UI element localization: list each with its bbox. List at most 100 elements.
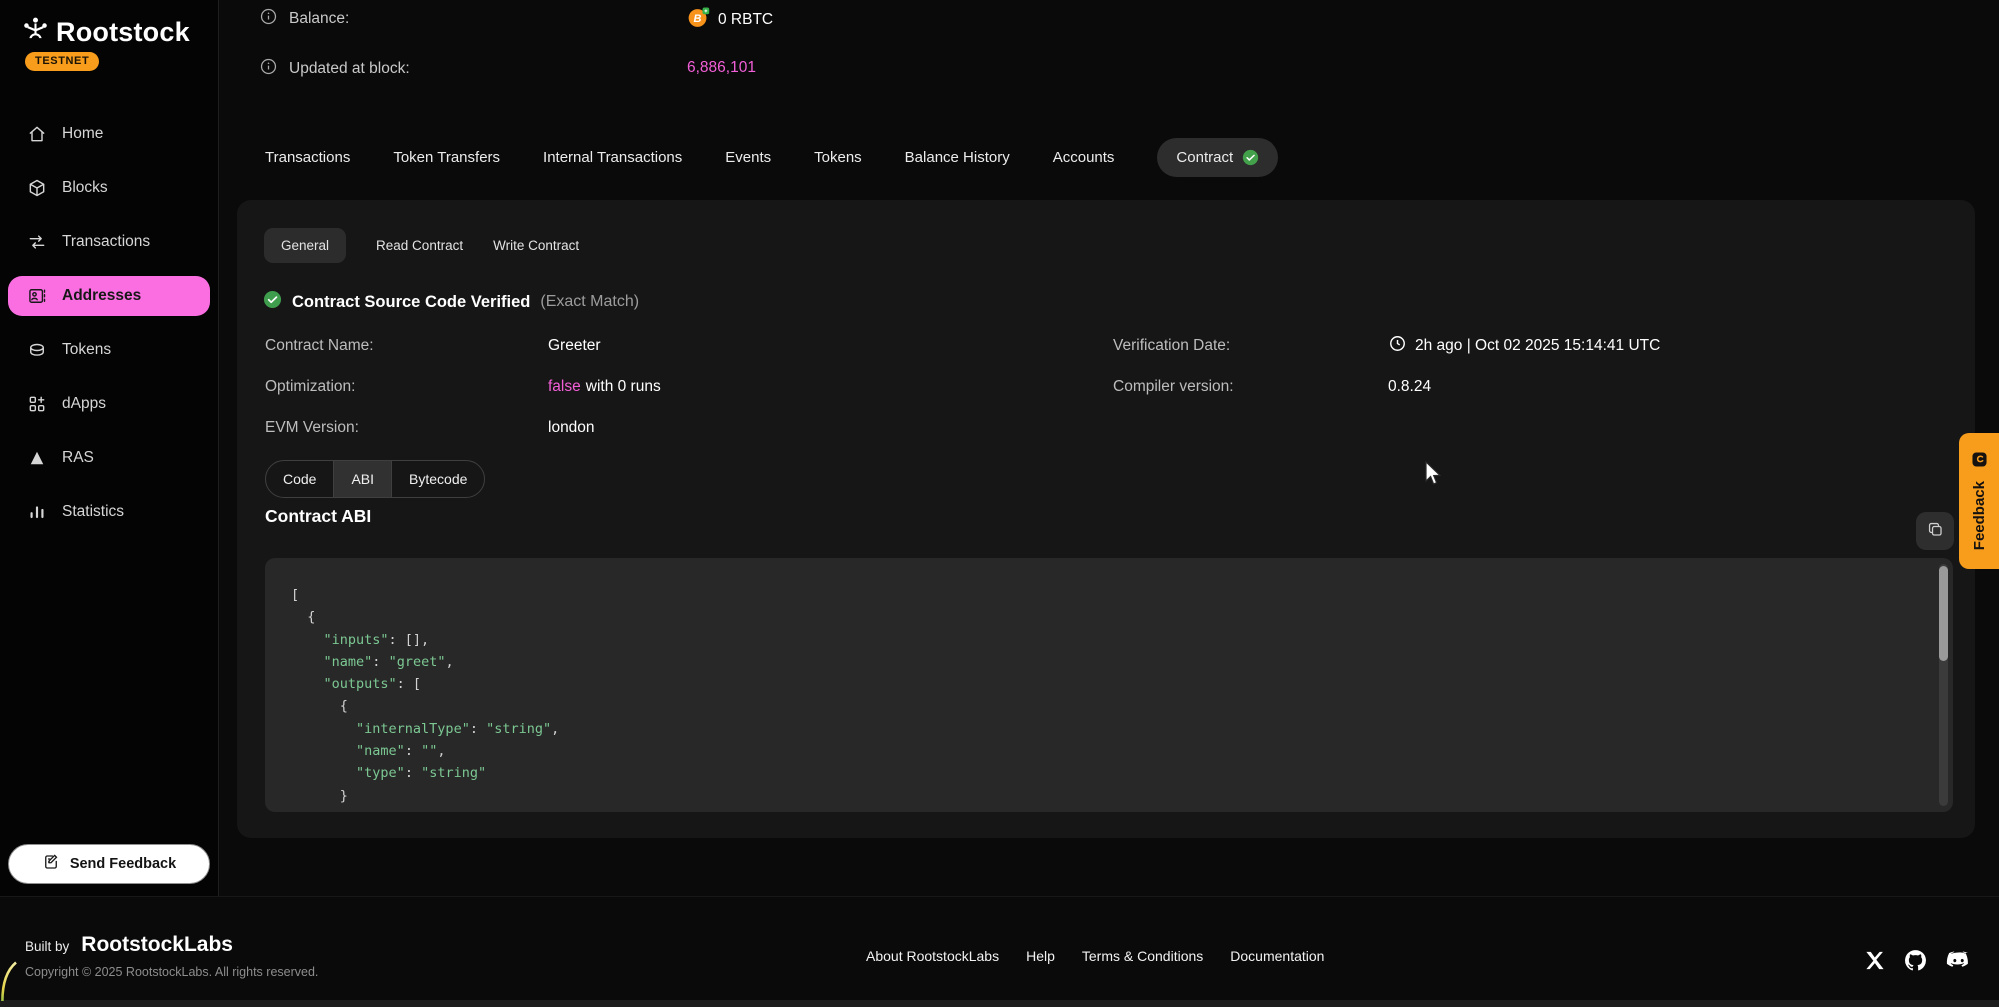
- subtab-read-contract[interactable]: Read Contract: [376, 238, 463, 253]
- subtab-general[interactable]: General: [264, 228, 346, 263]
- rootstock-logo-icon: [22, 16, 49, 48]
- transactions-icon: [27, 232, 47, 252]
- sidebar-item-label: Transactions: [62, 233, 150, 251]
- discord-icon: [1945, 947, 1972, 974]
- sidebar-item-label: dApps: [62, 395, 106, 413]
- send-feedback-button[interactable]: Send Feedback: [8, 844, 210, 884]
- footer-links: About RootstockLabs Help Terms & Condition…: [866, 948, 1324, 964]
- footer-link-terms-conditions[interactable]: Terms & Conditions: [1082, 948, 1203, 964]
- tab-token-transfers[interactable]: Token Transfers: [393, 149, 500, 166]
- github-icon: [1903, 948, 1928, 973]
- copy-abi-button[interactable]: [1916, 512, 1954, 550]
- testnet-badge: TESTNET: [25, 52, 99, 71]
- sidebar-item-blocks[interactable]: Blocks: [8, 168, 210, 208]
- x-icon: [1863, 949, 1886, 972]
- built-by-label: Built by: [25, 939, 69, 954]
- footer-link-help[interactable]: Help: [1026, 948, 1055, 964]
- rootstock-logo[interactable]: Rootstock: [22, 16, 190, 48]
- feedback-chat-icon: [1972, 452, 1987, 472]
- corner-gradient-arc: [0, 961, 18, 1001]
- edit-note-icon: [42, 853, 60, 875]
- tab-label: Token Transfers: [393, 149, 500, 166]
- toggle-code[interactable]: Code: [266, 461, 334, 497]
- footer-link-about-rootstocklabs[interactable]: About RootstockLabs: [866, 948, 999, 964]
- contract-abi-heading: Contract ABI: [265, 506, 371, 527]
- verified-row: Contract Source Code Verified (Exact Mat…: [263, 290, 639, 314]
- tab-label: Contract: [1176, 149, 1233, 166]
- abi-code-block[interactable]: [ { "inputs": [], "name": "greet", "outp…: [265, 558, 1953, 812]
- addresses-icon: [27, 286, 47, 306]
- evm-version-label: EVM Version:: [265, 419, 359, 437]
- built-by-block: Built by RootstockLabs: [25, 933, 233, 957]
- tab-tokens[interactable]: Tokens: [814, 149, 862, 166]
- sidebar-item-tokens[interactable]: Tokens: [8, 330, 210, 370]
- verified-title: Contract Source Code Verified: [292, 293, 530, 312]
- balance-label: Balance:: [289, 10, 349, 28]
- sidebar-item-transactions[interactable]: Transactions: [8, 222, 210, 262]
- code-scrollbar-thumb[interactable]: [1939, 566, 1948, 661]
- send-feedback-label: Send Feedback: [70, 856, 176, 872]
- sidebar-item-label: RAS: [62, 449, 94, 467]
- app-root: Rootstock TESTNET Home Blocks Transactions…: [0, 0, 1999, 1007]
- tab-contract[interactable]: Contract: [1157, 138, 1278, 177]
- sidebar-item-addresses[interactable]: Addresses: [8, 276, 210, 316]
- footer: Built by RootstockLabs Copyright © 2025 …: [0, 896, 1999, 1000]
- toggle-abi[interactable]: ABI: [334, 461, 392, 497]
- contract-subtabs: General Read Contract Write Contract: [264, 228, 579, 263]
- tab-label: Accounts: [1053, 149, 1115, 166]
- sidebar-item-statistics[interactable]: Statistics: [8, 492, 210, 532]
- tab-label: Tokens: [814, 149, 862, 166]
- compiler-version-label: Compiler version:: [1113, 378, 1234, 396]
- tab-events[interactable]: Events: [725, 149, 771, 166]
- updated-at-block-label: Updated at block:: [289, 60, 410, 78]
- optimization-value: false with 0 runs: [548, 378, 661, 396]
- tokens-icon: [27, 340, 47, 360]
- home-icon: [27, 124, 47, 144]
- svg-text:B: B: [694, 13, 702, 25]
- contract-card: General Read Contract Write Contract Contr…: [237, 200, 1975, 838]
- info-icon: [260, 8, 277, 30]
- tab-accounts[interactable]: Accounts: [1053, 149, 1115, 166]
- updated-block-link[interactable]: 6,886,101: [687, 59, 756, 77]
- copy-icon: [1927, 521, 1944, 541]
- social-link-x[interactable]: [1863, 949, 1886, 972]
- verification-date-label: Verification Date:: [1113, 337, 1230, 355]
- sidebar: Rootstock TESTNET Home Blocks Transactions…: [0, 0, 219, 896]
- ras-icon: [27, 448, 47, 468]
- sidebar-item-ras[interactable]: RAS: [8, 438, 210, 478]
- feedback-side-tab[interactable]: Feedback: [1959, 433, 1999, 569]
- rootstocklabs-wordmark[interactable]: RootstockLabs: [81, 933, 233, 957]
- feedback-tab-label: Feedback: [1971, 481, 1988, 550]
- evm-version-value: london: [548, 419, 595, 437]
- tab-label: Balance History: [905, 149, 1010, 166]
- sidebar-item-home[interactable]: Home: [8, 114, 210, 154]
- tab-label: Internal Transactions: [543, 149, 682, 166]
- compiler-version-value: 0.8.24: [1388, 378, 1431, 396]
- tab-label: Transactions: [265, 149, 350, 166]
- code-view-toggle: CodeABIBytecode: [265, 460, 485, 498]
- balance-value: B 0 RBTC: [687, 6, 773, 34]
- brand-name: Rootstock: [56, 17, 190, 48]
- rbtc-coin-icon: B: [687, 6, 710, 34]
- tab-transactions[interactable]: Transactions: [265, 149, 350, 166]
- subtab-write-contract[interactable]: Write Contract: [493, 238, 579, 253]
- footer-link-documentation[interactable]: Documentation: [1230, 948, 1324, 964]
- copyright-text: Copyright © 2025 RootstockLabs. All righ…: [25, 965, 318, 979]
- sidebar-item-label: Statistics: [62, 503, 124, 521]
- balance-label-row: Balance:: [260, 8, 349, 30]
- social-links: [1863, 947, 1972, 974]
- tab-balance-history[interactable]: Balance History: [905, 149, 1010, 166]
- social-link-github[interactable]: [1903, 948, 1928, 973]
- toggle-bytecode[interactable]: Bytecode: [392, 461, 484, 497]
- tab-label: Events: [725, 149, 771, 166]
- verified-match-type: (Exact Match): [540, 293, 639, 311]
- tab-internal-transactions[interactable]: Internal Transactions: [543, 149, 682, 166]
- sidebar-item-label: Tokens: [62, 341, 111, 359]
- address-tabs: Transactions Token Transfers Internal Tran…: [265, 133, 1278, 181]
- sidebar-item-dapps[interactable]: dApps: [8, 384, 210, 424]
- clock-icon: [1388, 334, 1407, 358]
- verification-date-value: 2h ago | Oct 02 2025 15:14:41 UTC: [1388, 334, 1660, 358]
- optimization-label: Optimization:: [265, 378, 355, 396]
- social-link-discord[interactable]: [1945, 947, 1972, 974]
- info-icon: [260, 58, 277, 80]
